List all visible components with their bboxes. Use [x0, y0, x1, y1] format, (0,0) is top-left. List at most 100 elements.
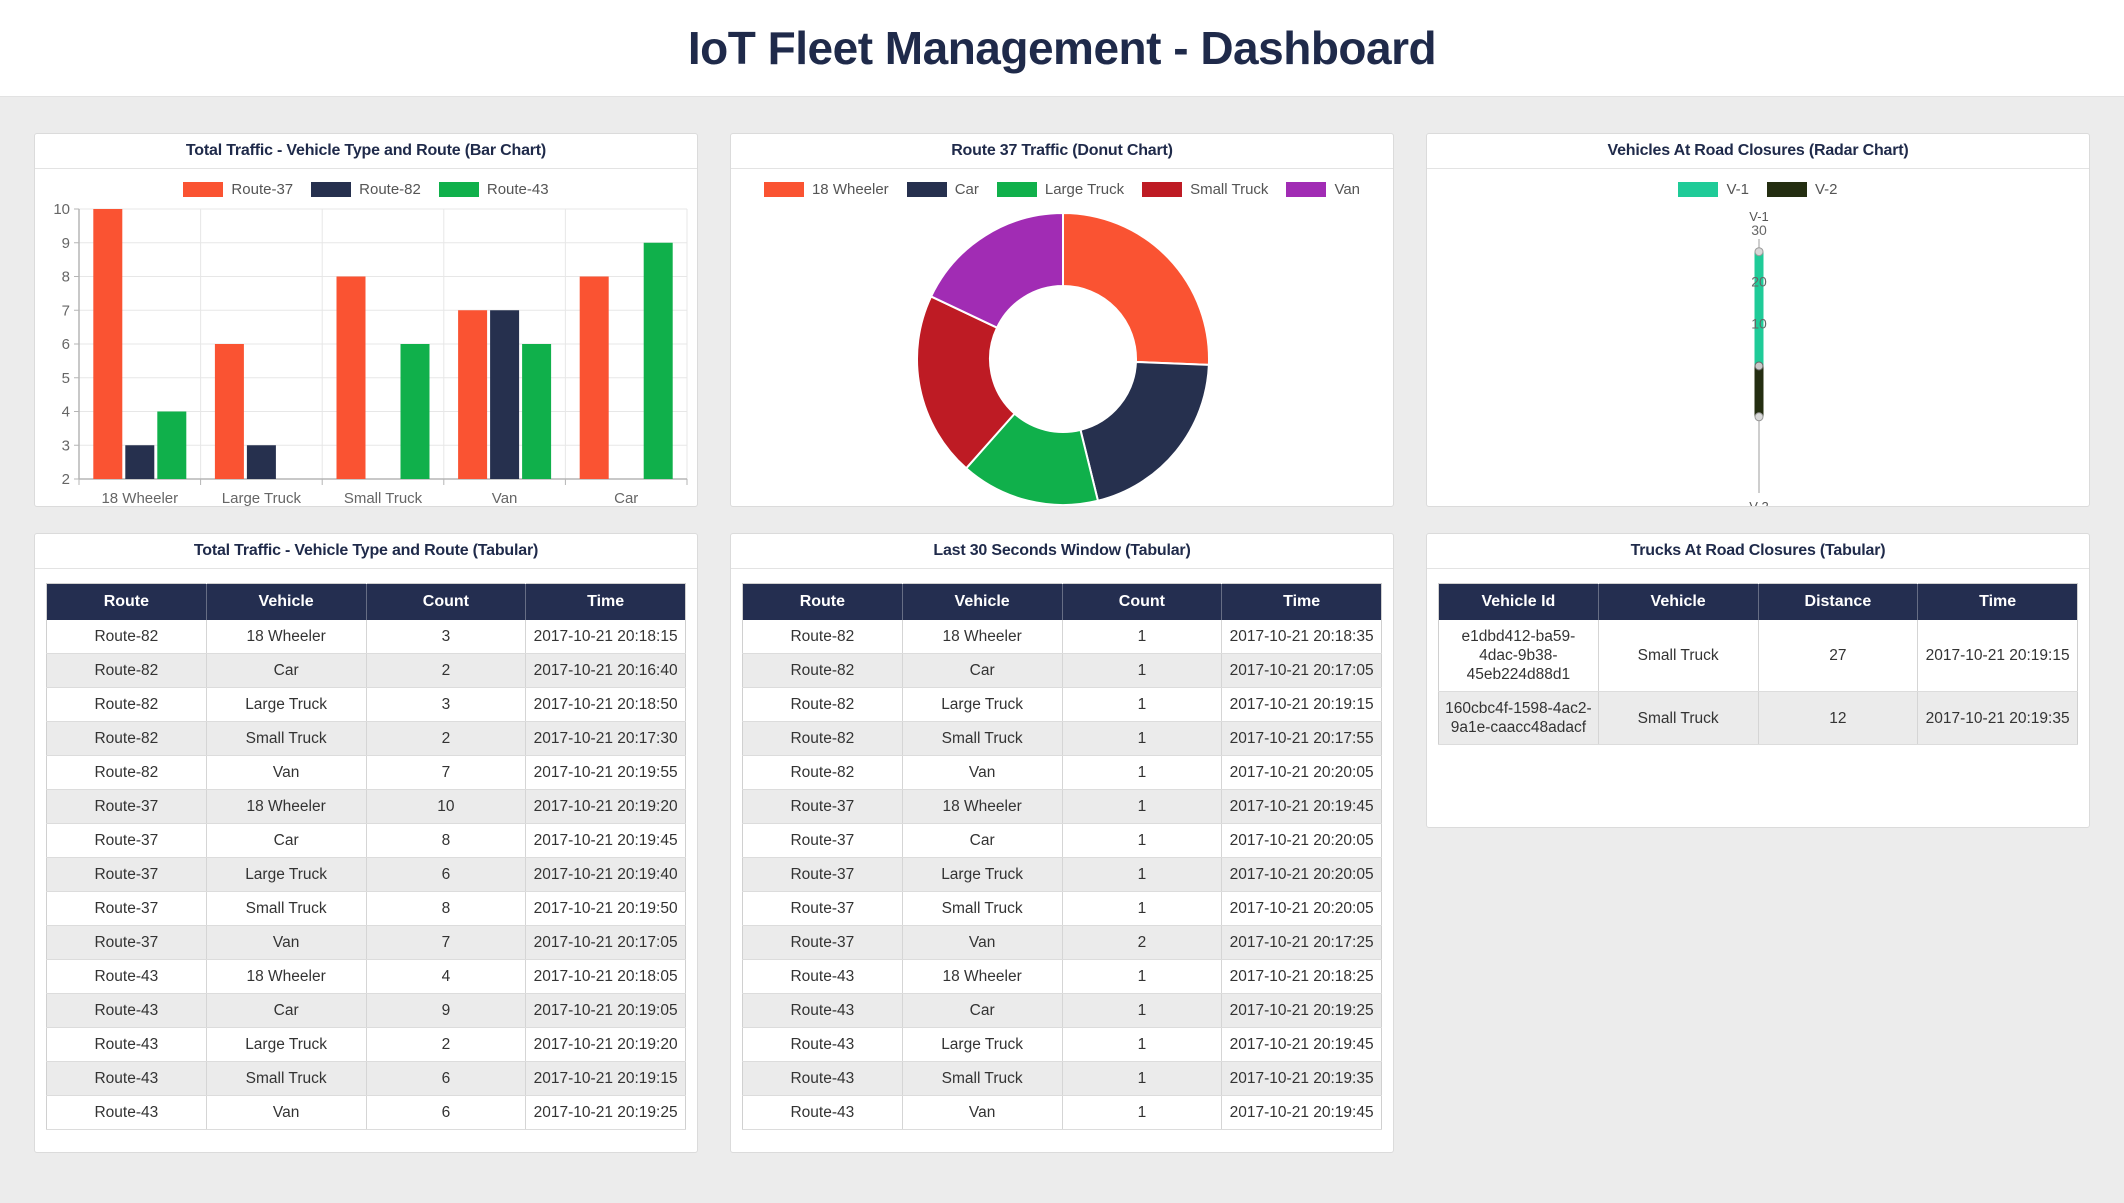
table-cell: Route-37	[47, 824, 207, 858]
bar-route-37-small-truck	[337, 277, 366, 480]
table-cell: 2017-10-21 20:19:55	[526, 756, 686, 790]
table-row: Route-37Small Truck82017-10-21 20:19:50	[47, 892, 686, 926]
table-row: Route-4318 Wheeler42017-10-21 20:18:05	[47, 960, 686, 994]
table-row: Route-3718 Wheeler12017-10-21 20:19:45	[743, 790, 1382, 824]
table-cell: Small Truck	[206, 892, 366, 926]
table-row: Route-43Van12017-10-21 20:19:45	[743, 1096, 1382, 1130]
column-header-route: Route	[743, 584, 903, 621]
donut-slice-car	[1080, 362, 1208, 501]
legend-item-car[interactable]: Car	[907, 181, 979, 198]
table-cell: 160cbc4f-1598-4ac2-9a1e-caacc48adacf	[1439, 692, 1599, 745]
table-cell: 2017-10-21 20:17:05	[1222, 654, 1382, 688]
table-cell: 8	[366, 824, 526, 858]
total-traffic-table: RouteVehicleCountTimeRoute-8218 Wheeler3…	[46, 583, 686, 1130]
legend-item-small-truck[interactable]: Small Truck	[1142, 181, 1268, 198]
table-cell: Route-82	[47, 688, 207, 722]
table-header-row: RouteVehicleCountTime	[743, 584, 1382, 621]
legend-swatch	[907, 182, 947, 197]
table-cell: 2017-10-21 20:18:15	[526, 620, 686, 654]
bar-chart-body: Route-37 Route-82 Route-43 234567891018 Wh…	[35, 169, 697, 506]
table-cell: 2017-10-21 20:18:35	[1222, 620, 1382, 654]
table-cell: Route-43	[743, 1028, 903, 1062]
panel-title-bar: Vehicles At Road Closures (Radar Chart)	[1427, 134, 2089, 169]
legend-item-v-2[interactable]: V-2	[1767, 181, 1838, 198]
table-cell: 18 Wheeler	[206, 790, 366, 824]
table-cell: 2017-10-21 20:16:40	[526, 654, 686, 688]
table-cell: 1	[1062, 960, 1222, 994]
table-row: Route-43Large Truck22017-10-21 20:19:20	[47, 1028, 686, 1062]
table-row: Route-43Car12017-10-21 20:19:25	[743, 994, 1382, 1028]
table-cell: 2017-10-21 20:18:50	[526, 688, 686, 722]
table-row: Route-82Small Truck12017-10-21 20:17:55	[743, 722, 1382, 756]
panel-title: Total Traffic - Vehicle Type and Route (…	[186, 142, 546, 160]
legend-item-van[interactable]: Van	[1286, 181, 1360, 198]
table-cell: 2017-10-21 20:18:25	[1222, 960, 1382, 994]
table-cell: 7	[366, 926, 526, 960]
donut-chart-body: 18 Wheeler Car Large Truck Small Truck Van	[731, 169, 1393, 506]
table-cell: Van	[902, 926, 1062, 960]
table-cell: Small Truck	[902, 1062, 1062, 1096]
table-row: Route-37Car82017-10-21 20:19:45	[47, 824, 686, 858]
bar-route-37-large-truck	[215, 344, 244, 479]
table-cell: 2017-10-21 20:17:55	[1222, 722, 1382, 756]
panel-title: Vehicles At Road Closures (Radar Chart)	[1607, 142, 1908, 160]
table-header-row: Vehicle IdVehicleDistanceTime	[1439, 584, 2078, 621]
table-cell: Route-43	[47, 1096, 207, 1130]
column-header-time: Time	[1918, 584, 2078, 621]
svg-text:10: 10	[1751, 316, 1767, 332]
bar-route-37-18-wheeler	[93, 209, 122, 479]
table-header-row: RouteVehicleCountTime	[47, 584, 686, 621]
table-cell: Van	[902, 756, 1062, 790]
svg-text:10: 10	[53, 201, 70, 218]
column-header-time: Time	[526, 584, 686, 621]
panel-title-bar: Trucks At Road Closures (Tabular)	[1427, 534, 2089, 569]
legend-swatch	[764, 182, 804, 197]
table-cell: 2	[366, 1028, 526, 1062]
table-cell: 2017-10-21 20:19:20	[526, 790, 686, 824]
table-cell: Van	[206, 756, 366, 790]
donut-chart-legend: 18 Wheeler Car Large Truck Small Truck Van	[731, 181, 1393, 198]
table-row: Route-82Car22017-10-21 20:16:40	[47, 654, 686, 688]
svg-text:2: 2	[62, 471, 70, 488]
svg-text:7: 7	[62, 302, 70, 319]
table-cell: 2017-10-21 20:19:25	[1222, 994, 1382, 1028]
panel-title-bar: Route 37 Traffic (Donut Chart)	[731, 134, 1393, 169]
table-cell: Van	[206, 1096, 366, 1130]
table-cell: 3	[366, 688, 526, 722]
legend-item-v-1[interactable]: V-1	[1678, 181, 1749, 198]
table-cell: Small Truck	[206, 1062, 366, 1096]
svg-text:Car: Car	[614, 490, 638, 506]
legend-item-route-37[interactable]: Route-37	[183, 181, 293, 198]
table-cell: Route-43	[47, 1062, 207, 1096]
table-cell: Route-82	[47, 756, 207, 790]
panel-title: Trucks At Road Closures (Tabular)	[1631, 542, 1886, 560]
bar-chart-legend: Route-37 Route-82 Route-43	[35, 181, 697, 198]
table-cell: 2	[366, 654, 526, 688]
legend-item-18-wheeler[interactable]: 18 Wheeler	[764, 181, 889, 198]
legend-label: V-1	[1726, 181, 1749, 198]
legend-item-route-43[interactable]: Route-43	[439, 181, 549, 198]
table-cell: 2017-10-21 20:19:50	[526, 892, 686, 926]
table-row: Route-82Large Truck32017-10-21 20:18:50	[47, 688, 686, 722]
table-cell: Route-82	[743, 722, 903, 756]
total-traffic-table-body: RouteVehicleCountTimeRoute-8218 Wheeler3…	[35, 569, 697, 1160]
table-cell: 18 Wheeler	[206, 620, 366, 654]
legend-item-route-82[interactable]: Route-82	[311, 181, 421, 198]
bar-chart-svg: 234567891018 WheelerLarge TruckSmall Tru…	[35, 169, 699, 506]
table-cell: 1	[1062, 688, 1222, 722]
table-cell: 1	[1062, 824, 1222, 858]
column-header-vehicle: Vehicle	[206, 584, 366, 621]
table-cell: 2	[366, 722, 526, 756]
panel-title: Route 37 Traffic (Donut Chart)	[951, 142, 1173, 160]
legend-swatch	[439, 182, 479, 197]
panel-title-bar: Total Traffic - Vehicle Type and Route (…	[35, 134, 697, 169]
table-cell: 12	[1758, 692, 1918, 745]
table-cell: Route-37	[47, 858, 207, 892]
legend-item-large-truck[interactable]: Large Truck	[997, 181, 1124, 198]
table-cell: Route-82	[743, 688, 903, 722]
table-cell: 2017-10-21 20:19:15	[1222, 688, 1382, 722]
table-cell: 18 Wheeler	[902, 790, 1062, 824]
bar-chart-panel: Total Traffic - Vehicle Type and Route (…	[34, 133, 698, 507]
table-row: Route-82Van12017-10-21 20:20:05	[743, 756, 1382, 790]
bar-route-43-car	[644, 243, 673, 479]
